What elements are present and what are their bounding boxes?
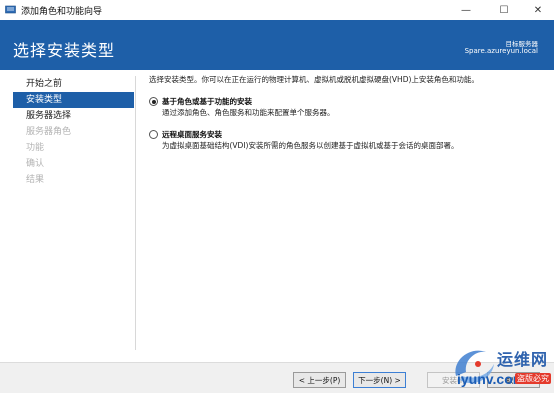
close-icon: ✕ <box>533 4 543 16</box>
watermark: 运维网 iyunv.com 盗版必究 <box>445 342 554 393</box>
page-description: 选择安装类型。你可以在正在运行的物理计算机、虚拟机或脱机虚拟硬盘(VHD)上安装… <box>149 75 479 84</box>
next-button[interactable]: 下一步(N) > <box>353 372 406 388</box>
wizard-nav: 开始之前 安装类型 服务器选择 服务器角色 功能 确认 结果 <box>13 76 134 188</box>
watermark-brand: 运维网 <box>497 350 549 369</box>
nav-item-installation-type[interactable]: 安装类型 <box>13 92 134 108</box>
option-title: 基于角色或基于功能的安装 <box>162 97 252 106</box>
nav-item-server-selection[interactable]: 服务器选择 <box>13 108 134 124</box>
option-remote-desktop[interactable]: 远程桌面服务安装 为虚拟桌面基础结构(VDI)安装所需的角色服务以创建基于虚拟机… <box>149 129 545 152</box>
nav-item-before-you-begin[interactable]: 开始之前 <box>13 76 134 92</box>
previous-button[interactable]: < 上一步(P) <box>293 372 346 388</box>
main-panel: 选择安装类型。你可以在正在运行的物理计算机、虚拟机或脱机虚拟硬盘(VHD)上安装… <box>149 74 545 152</box>
window-title: 添加角色和功能向导 <box>21 7 103 17</box>
nav-item-server-roles: 服务器角色 <box>26 127 72 137</box>
nav-item-features: 功能 <box>26 143 45 153</box>
minimize-icon: — <box>461 4 471 16</box>
page-title: 选择安装类型 <box>13 41 116 60</box>
option-description: 通过添加角色、角色服务和功能来配置单个服务器。 <box>162 108 335 117</box>
role-based-radio[interactable] <box>149 97 158 106</box>
option-description: 为虚拟桌面基础结构(VDI)安装所需的角色服务以创建基于虚拟机或基于会话的桌面部… <box>162 141 459 150</box>
option-role-based[interactable]: 基于角色或基于功能的安装 通过添加角色、角色服务和功能来配置单个服务器。 <box>149 96 545 119</box>
nav-divider <box>135 76 136 350</box>
minimize-button[interactable]: — <box>448 0 484 20</box>
maximize-button[interactable]: ☐ <box>486 0 522 20</box>
maximize-icon: ☐ <box>499 4 509 16</box>
watermark-tag: 盗版必究 <box>515 373 551 384</box>
server-manager-icon <box>5 5 16 14</box>
close-button[interactable]: ✕ <box>520 0 554 20</box>
option-title: 远程桌面服务安装 <box>162 130 222 139</box>
wizard-header: 选择安装类型 目标服务器 Spare.azureyun.local <box>0 20 554 70</box>
title-bar: 添加角色和功能向导 — ☐ ✕ <box>0 0 554 20</box>
remote-desktop-radio[interactable] <box>149 130 158 139</box>
nav-item-results: 结果 <box>26 175 45 185</box>
nav-item-confirmation: 确认 <box>26 159 45 169</box>
destination-server-name: Spare.azureyun.local <box>464 47 538 55</box>
wizard-content: 开始之前 安装类型 服务器选择 服务器角色 功能 确认 结果 选择安装类型。你可… <box>0 70 554 362</box>
